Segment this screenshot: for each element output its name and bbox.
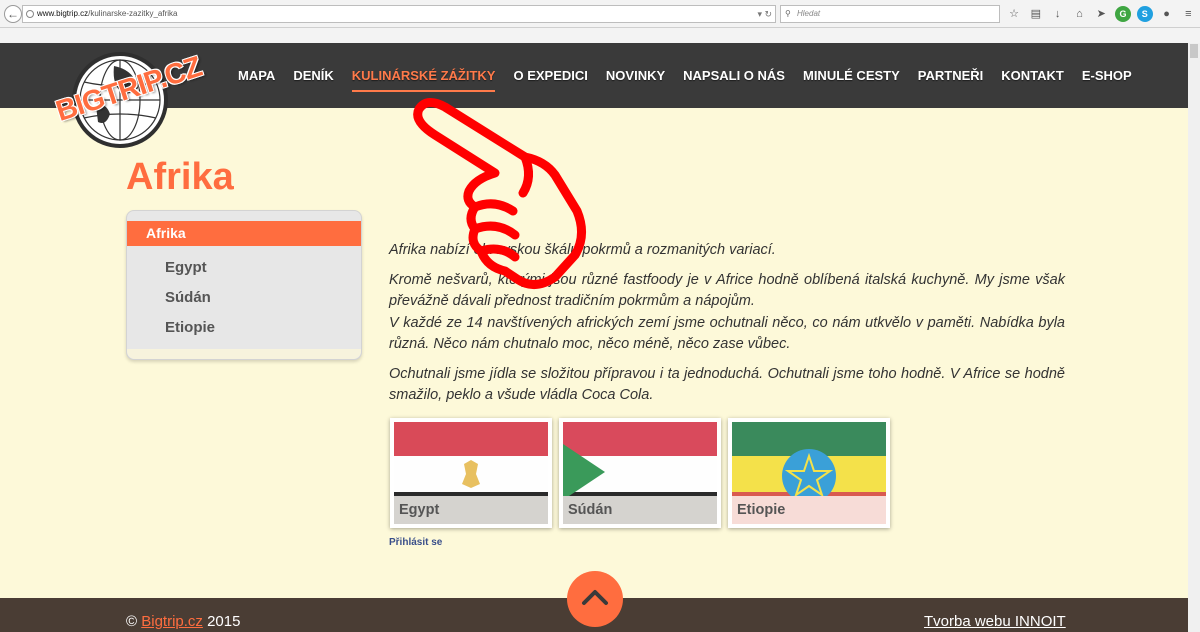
- browser-toolbar-icons: ☆ ▤ ↓ ⌂ ➤ G S ● ≡: [1006, 6, 1200, 22]
- globe-icon: [26, 10, 34, 18]
- footer-site-link[interactable]: Bigtrip.cz: [141, 613, 203, 630]
- sidebar-item-sudan[interactable]: Súdán: [165, 289, 211, 306]
- egypt-flag-icon: [394, 422, 548, 500]
- chat-icon[interactable]: ●: [1159, 6, 1175, 22]
- sudan-flag-icon: [563, 422, 717, 500]
- scrollbar[interactable]: [1188, 43, 1200, 632]
- search-icon: ⚲: [785, 9, 791, 18]
- nav-mapa[interactable]: MAPA: [238, 67, 275, 85]
- sidebar-footer: [127, 349, 361, 359]
- url-path: /kulinarske-zazitky_afrika: [88, 9, 178, 18]
- nav-novinky[interactable]: NOVINKY: [606, 67, 665, 85]
- sidebar-menu: Afrika Egypt Súdán Etiopie: [126, 210, 362, 360]
- reload-icon[interactable]: ▾ ↻: [757, 6, 772, 22]
- back-arrow-icon[interactable]: ←: [4, 5, 22, 23]
- nav-denik[interactable]: DENÍK: [293, 67, 333, 85]
- home-icon[interactable]: ⌂: [1071, 6, 1087, 22]
- nav-o-expedici[interactable]: O EXPEDICI: [513, 67, 587, 85]
- page-title: Afrika: [126, 156, 234, 198]
- sidebar-item-etiopie[interactable]: Etiopie: [165, 319, 215, 336]
- url-host: www.bigtrip.cz: [37, 9, 89, 18]
- nav-e-shop[interactable]: E-SHOP: [1082, 67, 1132, 85]
- ethiopia-flag-icon: [732, 422, 886, 500]
- download-icon[interactable]: ↓: [1050, 6, 1066, 22]
- logo[interactable]: BIGTRIP.CZ: [52, 50, 205, 154]
- clipboard-icon[interactable]: ▤: [1028, 6, 1044, 22]
- nav-partneri[interactable]: PARTNEŘI: [918, 67, 983, 85]
- footer-copyright: © Bigtrip.cz 2015: [126, 613, 240, 630]
- browser-search-input[interactable]: ⚲ Hledat: [780, 5, 1000, 23]
- flag-card-etiopie[interactable]: Etiopie: [728, 418, 890, 528]
- scrollbar-thumb[interactable]: [1190, 44, 1198, 58]
- search-placeholder: Hledat: [797, 9, 821, 18]
- browser-toolbar: ← www.bigtrip.cz/kulinarske-zazitky_afri…: [0, 0, 1200, 28]
- nav-napsali-o-nas[interactable]: NAPSALI O NÁS: [683, 67, 785, 85]
- content-paragraph: Kromě nešvarů, kterými jsou různé fastfo…: [389, 271, 1065, 310]
- send-icon[interactable]: ➤: [1093, 6, 1109, 22]
- content-text: Afrika nabízí obrovskou škálu pokrmů a r…: [389, 240, 1065, 415]
- menu-icon[interactable]: ≡: [1180, 6, 1196, 22]
- nav-kontakt[interactable]: KONTAKT: [1001, 67, 1064, 85]
- sidebar-heading[interactable]: Afrika: [127, 221, 361, 246]
- footer-credit-link[interactable]: Tvorba webu INNOIT: [924, 613, 1066, 630]
- flag-card-sudan[interactable]: Súdán: [559, 418, 721, 528]
- url-bar[interactable]: www.bigtrip.cz/kulinarske-zazitky_afrika…: [22, 5, 776, 23]
- flag-label: Súdán: [563, 496, 717, 524]
- browser-gap: [0, 28, 1200, 43]
- star-icon[interactable]: ☆: [1006, 6, 1022, 22]
- content-paragraph: Afrika nabízí obrovskou škálu pokrmů a r…: [389, 242, 776, 258]
- content-paragraph: V každé ze 14 navštívených afrických zem…: [389, 314, 1065, 353]
- nav-minule-cesty[interactable]: MINULÉ CESTY: [803, 67, 900, 85]
- footer-year: 2015: [207, 613, 241, 630]
- copyright-symbol: ©: [126, 613, 138, 630]
- flag-card-egypt[interactable]: Egypt: [390, 418, 552, 528]
- flag-label: Etiopie: [732, 496, 886, 524]
- main-navigation: MAPA DENÍK KULINÁRSKÉ ZÁŽITKY O EXPEDICI…: [238, 43, 1132, 108]
- sidebar-item-egypt[interactable]: Egypt: [165, 259, 207, 276]
- nav-kulinarske-zazitky[interactable]: KULINÁRSKÉ ZÁŽITKY: [351, 67, 495, 92]
- chevron-up-icon: [582, 590, 608, 605]
- extension-icon[interactable]: G: [1114, 6, 1131, 22]
- login-link[interactable]: Přihlásit se: [389, 537, 442, 548]
- skype-icon[interactable]: S: [1136, 6, 1153, 22]
- scroll-to-top-button[interactable]: [567, 571, 623, 627]
- content-paragraph: Ochutnali jsme jídla se složitou příprav…: [389, 365, 1065, 404]
- flag-label: Egypt: [394, 496, 548, 524]
